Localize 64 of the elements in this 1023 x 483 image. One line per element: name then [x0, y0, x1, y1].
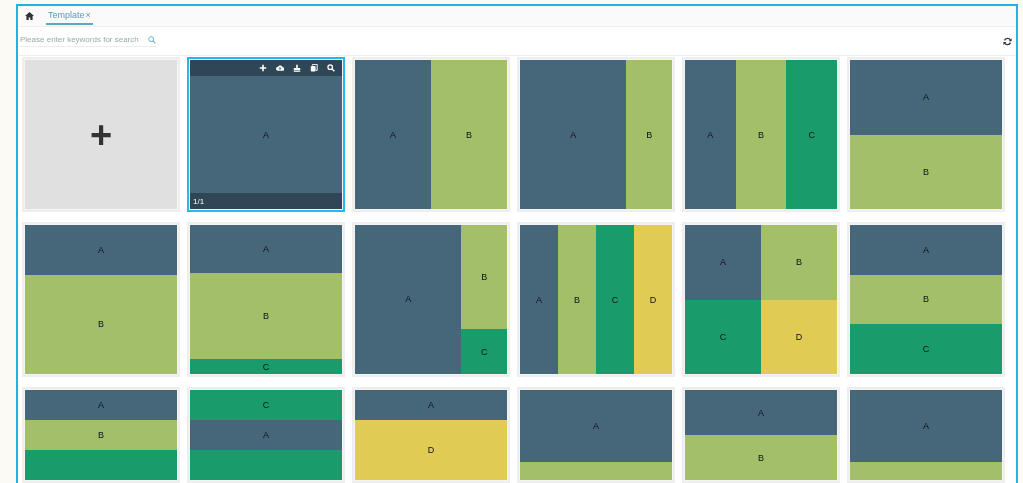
region-label: B — [923, 166, 929, 177]
layout-template-tile[interactable]: C A — [187, 387, 345, 483]
region-label: C — [480, 346, 488, 357]
region-label: A — [98, 244, 104, 255]
region-label: A — [923, 244, 929, 255]
layout-template-tile[interactable]: A B — [352, 57, 510, 212]
stamp-icon[interactable] — [293, 64, 301, 72]
region-label: C — [611, 294, 619, 305]
layout-template-tile[interactable]: A B C — [682, 57, 840, 212]
region-label: A — [263, 430, 269, 440]
layout-template-tile[interactable]: A D — [352, 387, 510, 483]
layout-template-tile[interactable]: A B C — [187, 222, 345, 377]
home-icon[interactable] — [25, 12, 34, 20]
region-label: A — [390, 129, 396, 140]
cloud-upload-icon[interactable] — [276, 64, 284, 72]
region-label: A — [923, 421, 929, 431]
region-label: C — [262, 400, 270, 410]
region-label: D — [427, 445, 435, 455]
region-label: B — [481, 272, 488, 283]
region-label: A — [405, 294, 412, 305]
region-label: A — [758, 407, 764, 418]
region-label: B — [758, 452, 764, 463]
layout-template-tile[interactable]: A B C — [352, 222, 510, 377]
layout-template-tile[interactable]: A B — [22, 387, 180, 483]
region-label: B — [98, 319, 104, 330]
region-label: A — [428, 400, 434, 410]
page-indicator: 1/1 — [193, 196, 205, 206]
region-label: C — [262, 361, 270, 372]
copy-icon[interactable] — [310, 64, 318, 72]
region-label: A — [570, 129, 577, 140]
region-label: C — [808, 129, 815, 140]
region-label: B — [923, 294, 929, 305]
layout-template-tile[interactable]: A 1/1 — [187, 57, 345, 212]
layout-template-tile[interactable]: A B — [847, 57, 1005, 212]
region-label: A — [707, 129, 714, 140]
region-label: A — [593, 421, 599, 431]
region-label: B — [796, 257, 802, 268]
region-label: A — [263, 243, 269, 254]
layout-template-tile[interactable]: A B — [517, 57, 675, 212]
layout-template-tile[interactable]: A B C D — [682, 222, 840, 377]
region-label: C — [922, 344, 930, 355]
region-label: A — [720, 257, 726, 268]
layout-template-tile[interactable]: A B — [22, 222, 180, 377]
add-template-tile[interactable]: + — [22, 57, 180, 212]
region-label: B — [263, 310, 269, 321]
plus-symbol: + — [89, 115, 113, 154]
region-label: A — [263, 129, 269, 140]
region-label: A — [536, 294, 542, 305]
layout-template-tile[interactable]: A B C — [847, 222, 1005, 377]
refresh-icon[interactable] — [1003, 36, 1012, 46]
region-label: B — [646, 129, 653, 140]
region-label: B — [758, 129, 764, 140]
region-label: D — [649, 294, 657, 305]
region-label: B — [466, 129, 472, 140]
region-label: A — [98, 400, 104, 410]
region-label: C — [719, 331, 727, 342]
region-label: B — [98, 430, 104, 440]
region-label: A — [923, 92, 929, 103]
region-label: D — [795, 331, 803, 342]
region-label: B — [574, 294, 580, 305]
layout-template-tile[interactable]: A B C D — [517, 222, 675, 377]
search-icon[interactable] — [327, 64, 335, 72]
layout-template-tile[interactable]: A B — [682, 387, 840, 483]
plus-icon[interactable] — [259, 64, 267, 72]
